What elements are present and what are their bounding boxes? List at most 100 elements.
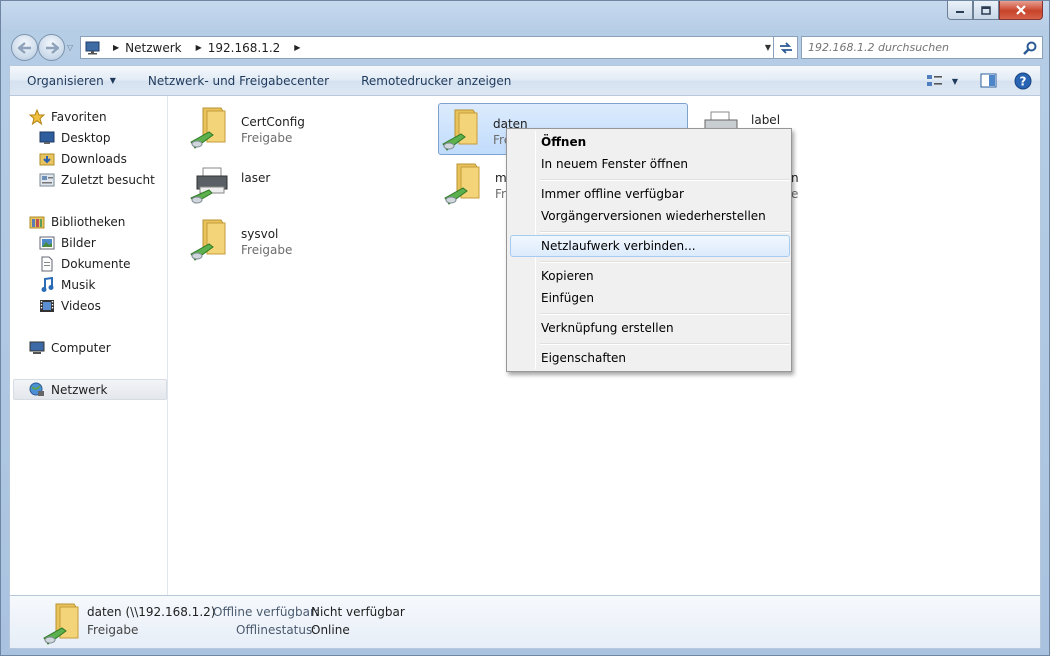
share-certconfig[interactable]: CertConfig Freigabe [187, 102, 437, 154]
desktop-icon [39, 130, 55, 146]
minimize-button[interactable] [947, 1, 973, 20]
address-bar[interactable]: ▶ Netzwerk ▶ 192.168.1.2 ▶ ▼ [80, 36, 798, 59]
menu-item-open[interactable]: Öffnen [510, 131, 790, 153]
address-dropdown-icon[interactable]: ▼ [765, 43, 771, 52]
printer-n[interactable]: n e [789, 158, 819, 210]
chevron-right-icon[interactable]: ▶ [113, 43, 119, 52]
nav-pictures[interactable]: Bilder [39, 232, 96, 253]
search-box[interactable] [801, 36, 1043, 59]
remote-printers-label: Remotedrucker anzeigen [361, 73, 512, 88]
menu-item-open-new-window[interactable]: In neuem Fenster öffnen [510, 153, 790, 175]
share-type: Fr [495, 187, 506, 201]
printer-name: laser [241, 171, 271, 185]
nav-libraries[interactable]: Bibliotheken [29, 211, 125, 232]
nav-network[interactable]: Netzwerk [13, 379, 167, 400]
window-controls [947, 1, 1043, 20]
menu-separator [540, 343, 790, 345]
menu-item-properties[interactable]: Eigenschaften [510, 347, 790, 369]
search-input[interactable] [808, 41, 1008, 54]
printer-laser[interactable]: laser [187, 158, 437, 210]
share-m[interactable]: m Fr [441, 158, 511, 210]
pictures-icon [39, 235, 55, 251]
close-button[interactable] [999, 1, 1043, 20]
libraries-icon [29, 214, 45, 230]
maximize-button[interactable] [973, 1, 999, 20]
recent-pages-dropdown[interactable]: ▽ [67, 43, 73, 52]
refresh-button[interactable] [773, 37, 797, 58]
menu-separator [540, 179, 790, 181]
nav-computer[interactable]: Computer [29, 337, 111, 358]
maximize-icon [981, 5, 991, 15]
downloads-folder-icon [39, 151, 55, 167]
details-name: daten (\\192.168.1.2) [87, 605, 216, 619]
nav-favorites-label: Favoriten [51, 109, 107, 124]
preview-pane-button[interactable] [980, 73, 998, 89]
nav-recent-label: Zuletzt besucht [61, 172, 155, 187]
star-icon [29, 108, 45, 125]
network-icon [29, 382, 45, 398]
share-name: CertConfig [241, 115, 305, 129]
computer-icon [29, 340, 45, 356]
organize-menu-button[interactable]: Organisieren ▼ [10, 66, 131, 95]
printer-icon [187, 158, 235, 206]
network-center-button[interactable]: Netzwerk- und Freigabecenter [131, 66, 344, 95]
printer-name: n [791, 171, 799, 185]
menu-item-paste[interactable]: Einfügen [510, 287, 790, 309]
nav-documents-label: Dokumente [61, 256, 131, 271]
menu-separator [540, 261, 790, 263]
arrow-right-icon [45, 41, 59, 54]
network-location-icon [85, 41, 103, 55]
nav-computer-label: Computer [51, 340, 111, 355]
nav-documents[interactable]: Dokumente [39, 253, 131, 274]
menu-item-map-network-drive[interactable]: Netzlaufwerk verbinden... [510, 235, 790, 257]
context-menu: Öffnen In neuem Fenster öffnen Immer off… [506, 128, 792, 372]
nav-network-label: Netzwerk [51, 382, 108, 397]
close-icon [1016, 5, 1026, 15]
breadcrumb-ip[interactable]: 192.168.1.2 [208, 41, 281, 55]
svg-text:?: ? [1020, 75, 1027, 89]
menu-separator [540, 231, 790, 233]
menu-item-always-offline[interactable]: Immer offline verfügbar [510, 183, 790, 205]
nav-music[interactable]: Musik [39, 274, 96, 295]
recent-places-icon [39, 172, 55, 188]
nav-desktop[interactable]: Desktop [39, 127, 111, 148]
menu-item-create-shortcut[interactable]: Verknüpfung erstellen [510, 317, 790, 339]
chevron-down-icon: ▼ [109, 76, 116, 85]
command-bar: Organisieren ▼ Netzwerk- und Freigabecen… [9, 65, 1041, 96]
details-status-label: Offlinestatus: [236, 623, 317, 637]
menu-item-previous-versions[interactable]: Vorgängerversionen wiederherstellen [510, 205, 790, 227]
chevron-right-icon[interactable]: ▶ [294, 43, 300, 52]
share-folder-icon [187, 214, 235, 262]
nav-pictures-label: Bilder [61, 235, 96, 250]
back-button[interactable] [11, 34, 38, 61]
search-icon[interactable] [1022, 40, 1038, 59]
share-folder-icon [439, 104, 487, 152]
navigation-pane: Favoriten Desktop Downloads Zuletzt besu… [10, 96, 168, 595]
help-button[interactable]: ? [1014, 72, 1032, 90]
menu-item-copy[interactable]: Kopieren [510, 265, 790, 287]
forward-button[interactable] [38, 34, 65, 61]
refresh-icon [779, 41, 792, 54]
nav-libraries-label: Bibliotheken [51, 214, 126, 229]
share-folder-icon [187, 102, 235, 150]
share-sysvol[interactable]: sysvol Freigabe [187, 214, 437, 266]
nav-downloads[interactable]: Downloads [39, 148, 127, 169]
details-offline-label: Offline verfügbar: [213, 605, 319, 619]
minimize-icon [956, 11, 964, 13]
nav-desktop-label: Desktop [61, 130, 111, 145]
view-controls: ▼ ? [926, 72, 1032, 90]
breadcrumb-netzwerk[interactable]: Netzwerk [125, 41, 181, 55]
nav-recent[interactable]: Zuletzt besucht [39, 169, 155, 190]
details-pane: daten (\\192.168.1.2) Freigabe Offline v… [9, 595, 1041, 649]
share-type: Freigabe [241, 131, 293, 145]
nav-videos-label: Videos [61, 298, 101, 313]
change-view-button[interactable]: ▼ [926, 73, 958, 89]
remote-printers-button[interactable]: Remotedrucker anzeigen [344, 66, 526, 95]
nav-videos[interactable]: Videos [39, 295, 101, 316]
share-name: sysvol [241, 227, 279, 241]
preview-pane-icon [980, 73, 997, 88]
chevron-right-icon[interactable]: ▶ [196, 43, 202, 52]
details-type: Freigabe [87, 623, 139, 637]
nav-favorites[interactable]: Favoriten [29, 106, 107, 127]
details-status-value: Online [311, 623, 350, 637]
